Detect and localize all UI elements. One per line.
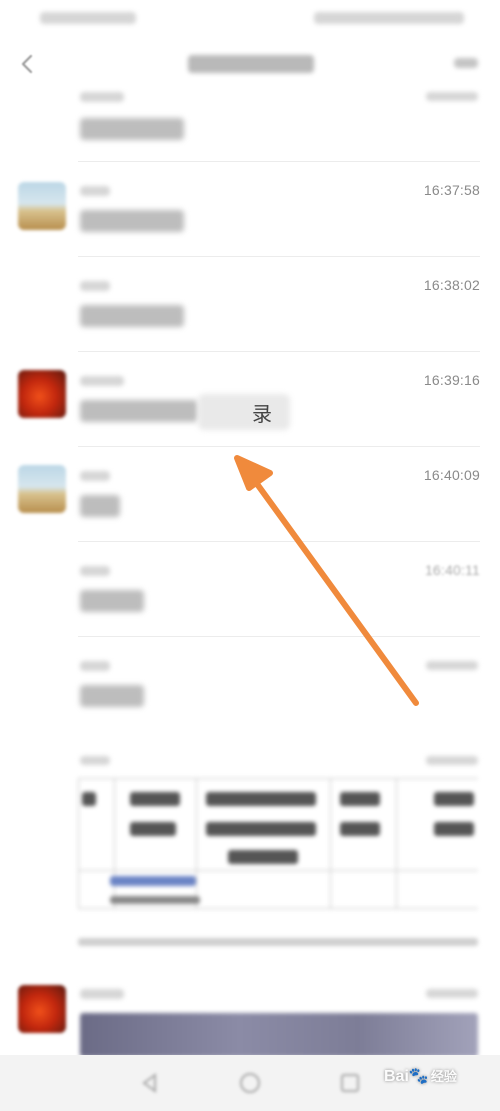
table-cell	[228, 850, 298, 864]
message-text-blurred	[80, 305, 184, 327]
sender-name-blurred	[80, 92, 124, 102]
table-cell	[130, 822, 176, 836]
title-bar	[0, 40, 500, 88]
time-blurred	[426, 989, 478, 998]
table-line	[396, 778, 397, 908]
table-cell	[130, 792, 180, 806]
table-cell	[206, 792, 316, 806]
table-cell	[206, 822, 316, 836]
message-text-blurred	[80, 685, 144, 707]
back-triangle-icon[interactable]	[136, 1069, 164, 1097]
sender-name-blurred	[80, 661, 110, 671]
time-blurred	[426, 92, 478, 101]
sender-name-blurred	[80, 376, 124, 386]
table-line	[196, 778, 197, 908]
message-text-blurred	[80, 118, 184, 140]
message-item[interactable]: 16:40:11	[0, 542, 500, 637]
table-cell	[434, 792, 474, 806]
sender-name-blurred	[80, 566, 110, 576]
sender-name-blurred	[80, 281, 110, 291]
watermark-suffix: 经验	[430, 1069, 457, 1084]
sender-name-blurred	[80, 989, 124, 999]
image-attachment[interactable]	[80, 1013, 478, 1057]
table-cell	[434, 822, 474, 836]
table-line	[330, 778, 331, 908]
time-blurred	[426, 661, 478, 670]
ellipsis-icon[interactable]	[454, 58, 478, 68]
table-line	[78, 908, 478, 909]
landscape-avatar[interactable]	[18, 182, 66, 230]
status-right-blurred	[314, 12, 464, 24]
table-line	[78, 778, 79, 908]
time-blurred	[426, 756, 478, 765]
table-footer	[78, 938, 478, 946]
table-line	[114, 778, 115, 908]
message-time: 16:39:16	[423, 372, 480, 388]
landscape-avatar[interactable]	[18, 465, 66, 513]
sender-name-blurred	[80, 186, 110, 196]
message-time: 16:40:09	[423, 467, 480, 483]
fire-avatar[interactable]	[18, 985, 66, 1033]
table-cell	[82, 792, 96, 806]
message-item[interactable]	[0, 637, 500, 732]
table-link[interactable]	[110, 876, 196, 886]
home-circle-icon[interactable]	[236, 1069, 264, 1097]
message-text-blurred	[80, 210, 184, 232]
message-item-highlighted[interactable]: 16:39:16 录	[0, 352, 500, 447]
table-cell	[110, 896, 200, 904]
message-item[interactable]	[0, 985, 500, 1057]
chevron-left-icon[interactable]	[14, 50, 42, 78]
chat-title-blurred	[188, 55, 314, 73]
table-attachment[interactable]	[78, 778, 478, 953]
message-text-blurred	[80, 590, 144, 612]
paw-icon: 🐾	[408, 1068, 429, 1085]
table-cell	[340, 792, 380, 806]
partial-char: 录	[252, 404, 272, 426]
message-text-blurred	[80, 400, 198, 422]
status-bar	[0, 0, 500, 36]
message-list: 16:37:58 16:38:02 16:39:16 录 16:40:09 16…	[0, 88, 500, 732]
text-veil	[198, 394, 290, 430]
table-line	[78, 778, 478, 779]
message-text-partial: 录	[198, 394, 290, 430]
message-item[interactable]: 16:40:09	[0, 447, 500, 542]
message-time: 16:40:11	[424, 562, 480, 578]
status-left-blurred	[40, 12, 136, 24]
recent-square-icon[interactable]	[336, 1069, 364, 1097]
sender-name-blurred	[80, 471, 110, 481]
table-line	[78, 870, 478, 871]
watermark-brand: Bai	[384, 1068, 409, 1085]
baidu-watermark: Bai🐾 经验	[384, 1066, 457, 1086]
table-cell	[340, 822, 380, 836]
message-time: 16:37:58	[423, 182, 480, 198]
message-item[interactable]: 16:38:02	[0, 257, 500, 352]
message-item[interactable]	[0, 88, 500, 162]
message-text-blurred	[80, 495, 120, 517]
sender-name-blurred	[80, 756, 110, 765]
message-time: 16:38:02	[423, 277, 480, 293]
message-item[interactable]: 16:37:58	[0, 162, 500, 257]
fire-avatar[interactable]	[18, 370, 66, 418]
